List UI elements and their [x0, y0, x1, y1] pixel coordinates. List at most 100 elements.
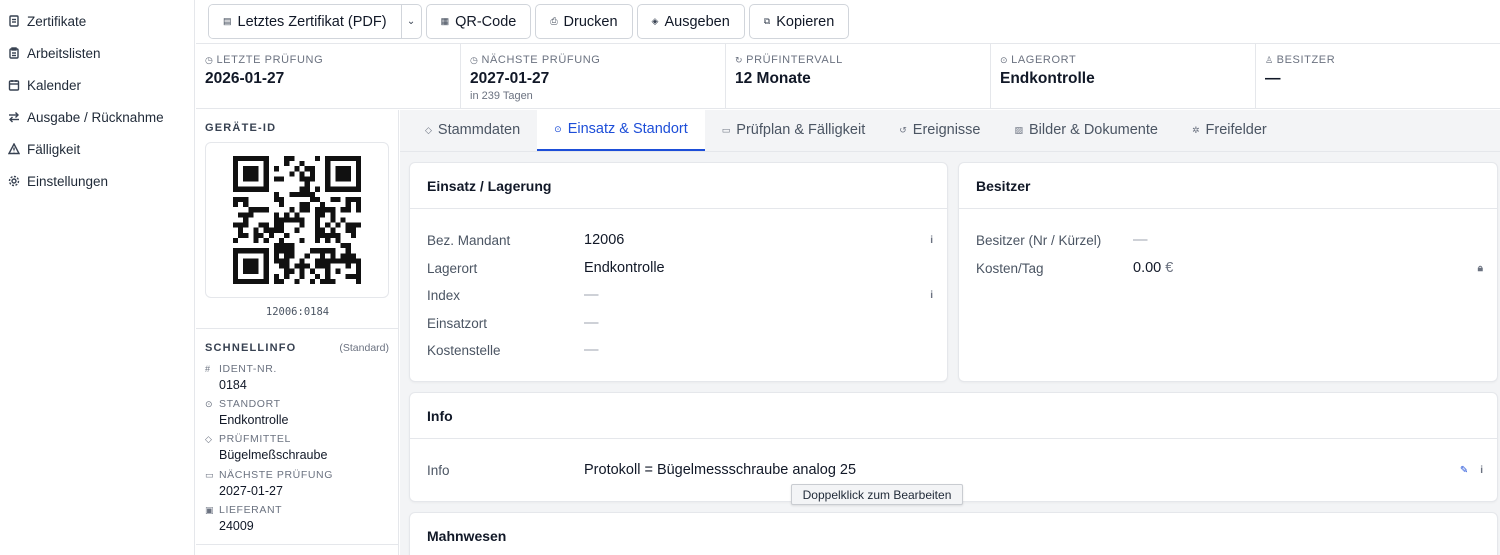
quickinfo-label: PRÜFMITTEL — [219, 433, 291, 445]
card-title: Einsatz / Lagerung — [410, 163, 947, 209]
qr-code-button[interactable]: ▦ QR-Code — [425, 4, 532, 39]
print-button[interactable]: ⎙ Drucken — [535, 4, 633, 39]
field-row-mandant[interactable]: Bez. Mandant 12006 i — [427, 230, 933, 250]
field-label: Kostenstelle — [427, 342, 501, 358]
info-icon[interactable]: i — [1480, 465, 1483, 476]
qr-code-image — [233, 156, 361, 284]
tab-label: Freifelder — [1205, 122, 1267, 138]
edit-icon[interactable]: ✎ — [1460, 465, 1468, 476]
quickinfo-value: 24009 — [219, 519, 254, 533]
device-id-heading: GERÄTE-ID — [205, 122, 277, 134]
printer-icon: ⎙ — [550, 16, 558, 26]
sidebar-item-zertifikate[interactable]: Zertifikate — [0, 5, 194, 37]
field-row-info[interactable]: Info Protokoll = Bügelmessschraube analo… — [427, 460, 1483, 480]
sidebar-item-label: Ausgabe / Rücknahme — [27, 109, 164, 125]
tab-label: Bilder & Dokumente — [1029, 122, 1158, 138]
document-icon — [8, 15, 20, 27]
toolbar: ▤ Letztes Zertifikat (PDF) ⌄ ▦ QR-Code ⎙ Dr… — [196, 0, 1500, 43]
refresh-icon: ↻ — [735, 54, 744, 65]
tag-icon: ◇ — [425, 124, 432, 135]
field-row-besitzer[interactable]: Besitzer (Nr / Kürzel) — — [976, 230, 1483, 250]
field-row-einsatzort[interactable]: Einsatzort — — [427, 313, 933, 333]
box-icon: ◈ — [651, 16, 659, 26]
einsatz-card: Einsatz / Lagerung Bez. Mandant 12006 i … — [409, 162, 948, 382]
quickinfo-label: STANDORT — [219, 398, 281, 410]
quickinfo-header: SCHNELLINFO (Standard) — [205, 342, 389, 354]
tab-label: Stammdaten — [437, 122, 521, 138]
clock-icon: ◷ — [205, 54, 214, 65]
stat-next-inspection: ◷ NÄCHSTE PRÜFUNG 2027-01-27 in 239 Tagen — [461, 44, 726, 108]
calendar-icon: ▭ — [721, 124, 731, 135]
copy-button[interactable]: ⧉ Kopieren — [748, 4, 850, 39]
edit-tooltip: Doppelklick zum Bearbeiten — [791, 484, 963, 505]
clipboard-icon — [8, 47, 20, 59]
quickinfo-item-lieferant: ▣ LIEFERANT 24009 — [205, 504, 282, 533]
tab-stammdaten[interactable]: ◇ Stammdaten — [408, 109, 537, 151]
tab-freifelder[interactable]: ✲ Freifelder — [1175, 109, 1284, 151]
stat-value: 2026-01-27 — [205, 70, 285, 87]
stat-label: LAGERORT — [1011, 54, 1077, 66]
clock-icon: ◷ — [470, 54, 479, 65]
lock-icon: 🔒︎ — [1477, 262, 1483, 274]
quickinfo-item-standort: ⊙ STANDORT Endkontrolle — [205, 398, 289, 427]
calendar-icon: ▭ — [205, 469, 215, 480]
field-label: Index — [427, 287, 461, 303]
stat-value: 2027-01-27 — [470, 70, 550, 87]
sidebar-item-ausgabe[interactable]: Ausgabe / Rücknahme — [0, 101, 194, 133]
stat-label: LETZTE PRÜFUNG — [216, 54, 324, 66]
sidebar-item-kalender[interactable]: Kalender — [0, 69, 194, 101]
stat-label-wrap: ◷ NÄCHSTE PRÜFUNG — [470, 54, 725, 66]
info-icon[interactable]: i — [930, 290, 933, 301]
card-title: Info — [410, 393, 1497, 439]
gear-icon: ✲ — [1191, 124, 1200, 135]
stat-value: — — [1265, 70, 1281, 87]
history-icon: ↺ — [899, 124, 907, 135]
field-row-index[interactable]: Index — i — [427, 285, 933, 305]
quickinfo-label: NÄCHSTE PRÜFUNG — [219, 469, 334, 481]
document-icon: ▤ — [223, 16, 232, 26]
field-row-kostenstelle[interactable]: Kostenstelle — — [427, 340, 933, 360]
certificate-pdf-label: Letztes Zertifikat (PDF) — [237, 13, 387, 30]
quickinfo-item-pruefmittel: ◇ PRÜFMITTEL Bügelmeßschraube — [205, 433, 327, 462]
field-row-lagerort[interactable]: Lagerort Endkontrolle — [427, 258, 933, 278]
divider — [196, 544, 399, 545]
field-value: — — [1133, 232, 1148, 248]
field-label: Kosten/Tag — [976, 260, 1044, 276]
qr-code-label: QR-Code — [455, 13, 517, 30]
box-icon: ▣ — [205, 504, 215, 515]
field-label: Bez. Mandant — [427, 232, 511, 248]
stat-label-wrap: ⊙ LAGERORT — [1000, 54, 1255, 66]
issue-button[interactable]: ◈ Ausgeben — [636, 4, 745, 39]
sidebar-item-label: Einstellungen — [27, 173, 109, 189]
stat-label-wrap: ♙ BESITZER — [1265, 54, 1500, 66]
stat-owner: ♙ BESITZER — — [1256, 44, 1500, 108]
chevron-down-icon[interactable]: ⌄ — [400, 5, 421, 38]
sidebar-item-arbeitslisten[interactable]: Arbeitslisten — [0, 37, 194, 69]
card-title: Mahnwesen — [427, 528, 507, 544]
tab-label: Ereignisse — [912, 122, 981, 138]
info-icon[interactable]: i — [930, 235, 933, 246]
field-row-kosten-tag[interactable]: Kosten/Tag 0.00 € 🔒︎ — [976, 258, 1483, 278]
sidebar-item-einstellungen[interactable]: Einstellungen — [0, 165, 194, 197]
arrows-icon — [8, 111, 20, 123]
tab-ereignisse[interactable]: ↺ Ereignisse — [882, 109, 997, 151]
certificate-pdf-button[interactable]: ▤ Letztes Zertifikat (PDF) — [209, 5, 401, 38]
tab-bilder-dokumente[interactable]: ▨ Bilder & Dokumente — [998, 109, 1175, 151]
pin-icon: ⊙ — [1000, 54, 1009, 65]
image-icon: ▨ — [1014, 124, 1024, 135]
quickinfo-item-naechste-pruefung: ▭ NÄCHSTE PRÜFUNG 2027-01-27 — [205, 469, 333, 498]
field-label: Besitzer (Nr / Kürzel) — [976, 232, 1102, 248]
field-value: — — [584, 287, 599, 303]
sidebar-item-label: Kalender — [27, 77, 82, 93]
field-value[interactable]: Protokoll = Bügelmessschraube analog 25 — [584, 462, 1454, 478]
pin-icon: ⊙ — [554, 123, 562, 134]
tab-pruefplan[interactable]: ▭ Prüfplan & Fälligkeit — [705, 109, 882, 151]
field-value: 0.00 — [1133, 260, 1162, 276]
qr-code-text: 12006:0184 — [265, 306, 330, 318]
quickinfo-value: Bügelmeßschraube — [219, 448, 328, 462]
sidebar-item-faelligkeit[interactable]: Fälligkeit — [0, 133, 194, 165]
copy-label: Kopieren — [776, 13, 835, 30]
stat-sub: in 239 Tagen — [470, 90, 533, 102]
warning-icon — [8, 143, 20, 155]
tab-einsatz-standort[interactable]: ⊙ Einsatz & Standort — [537, 109, 705, 151]
